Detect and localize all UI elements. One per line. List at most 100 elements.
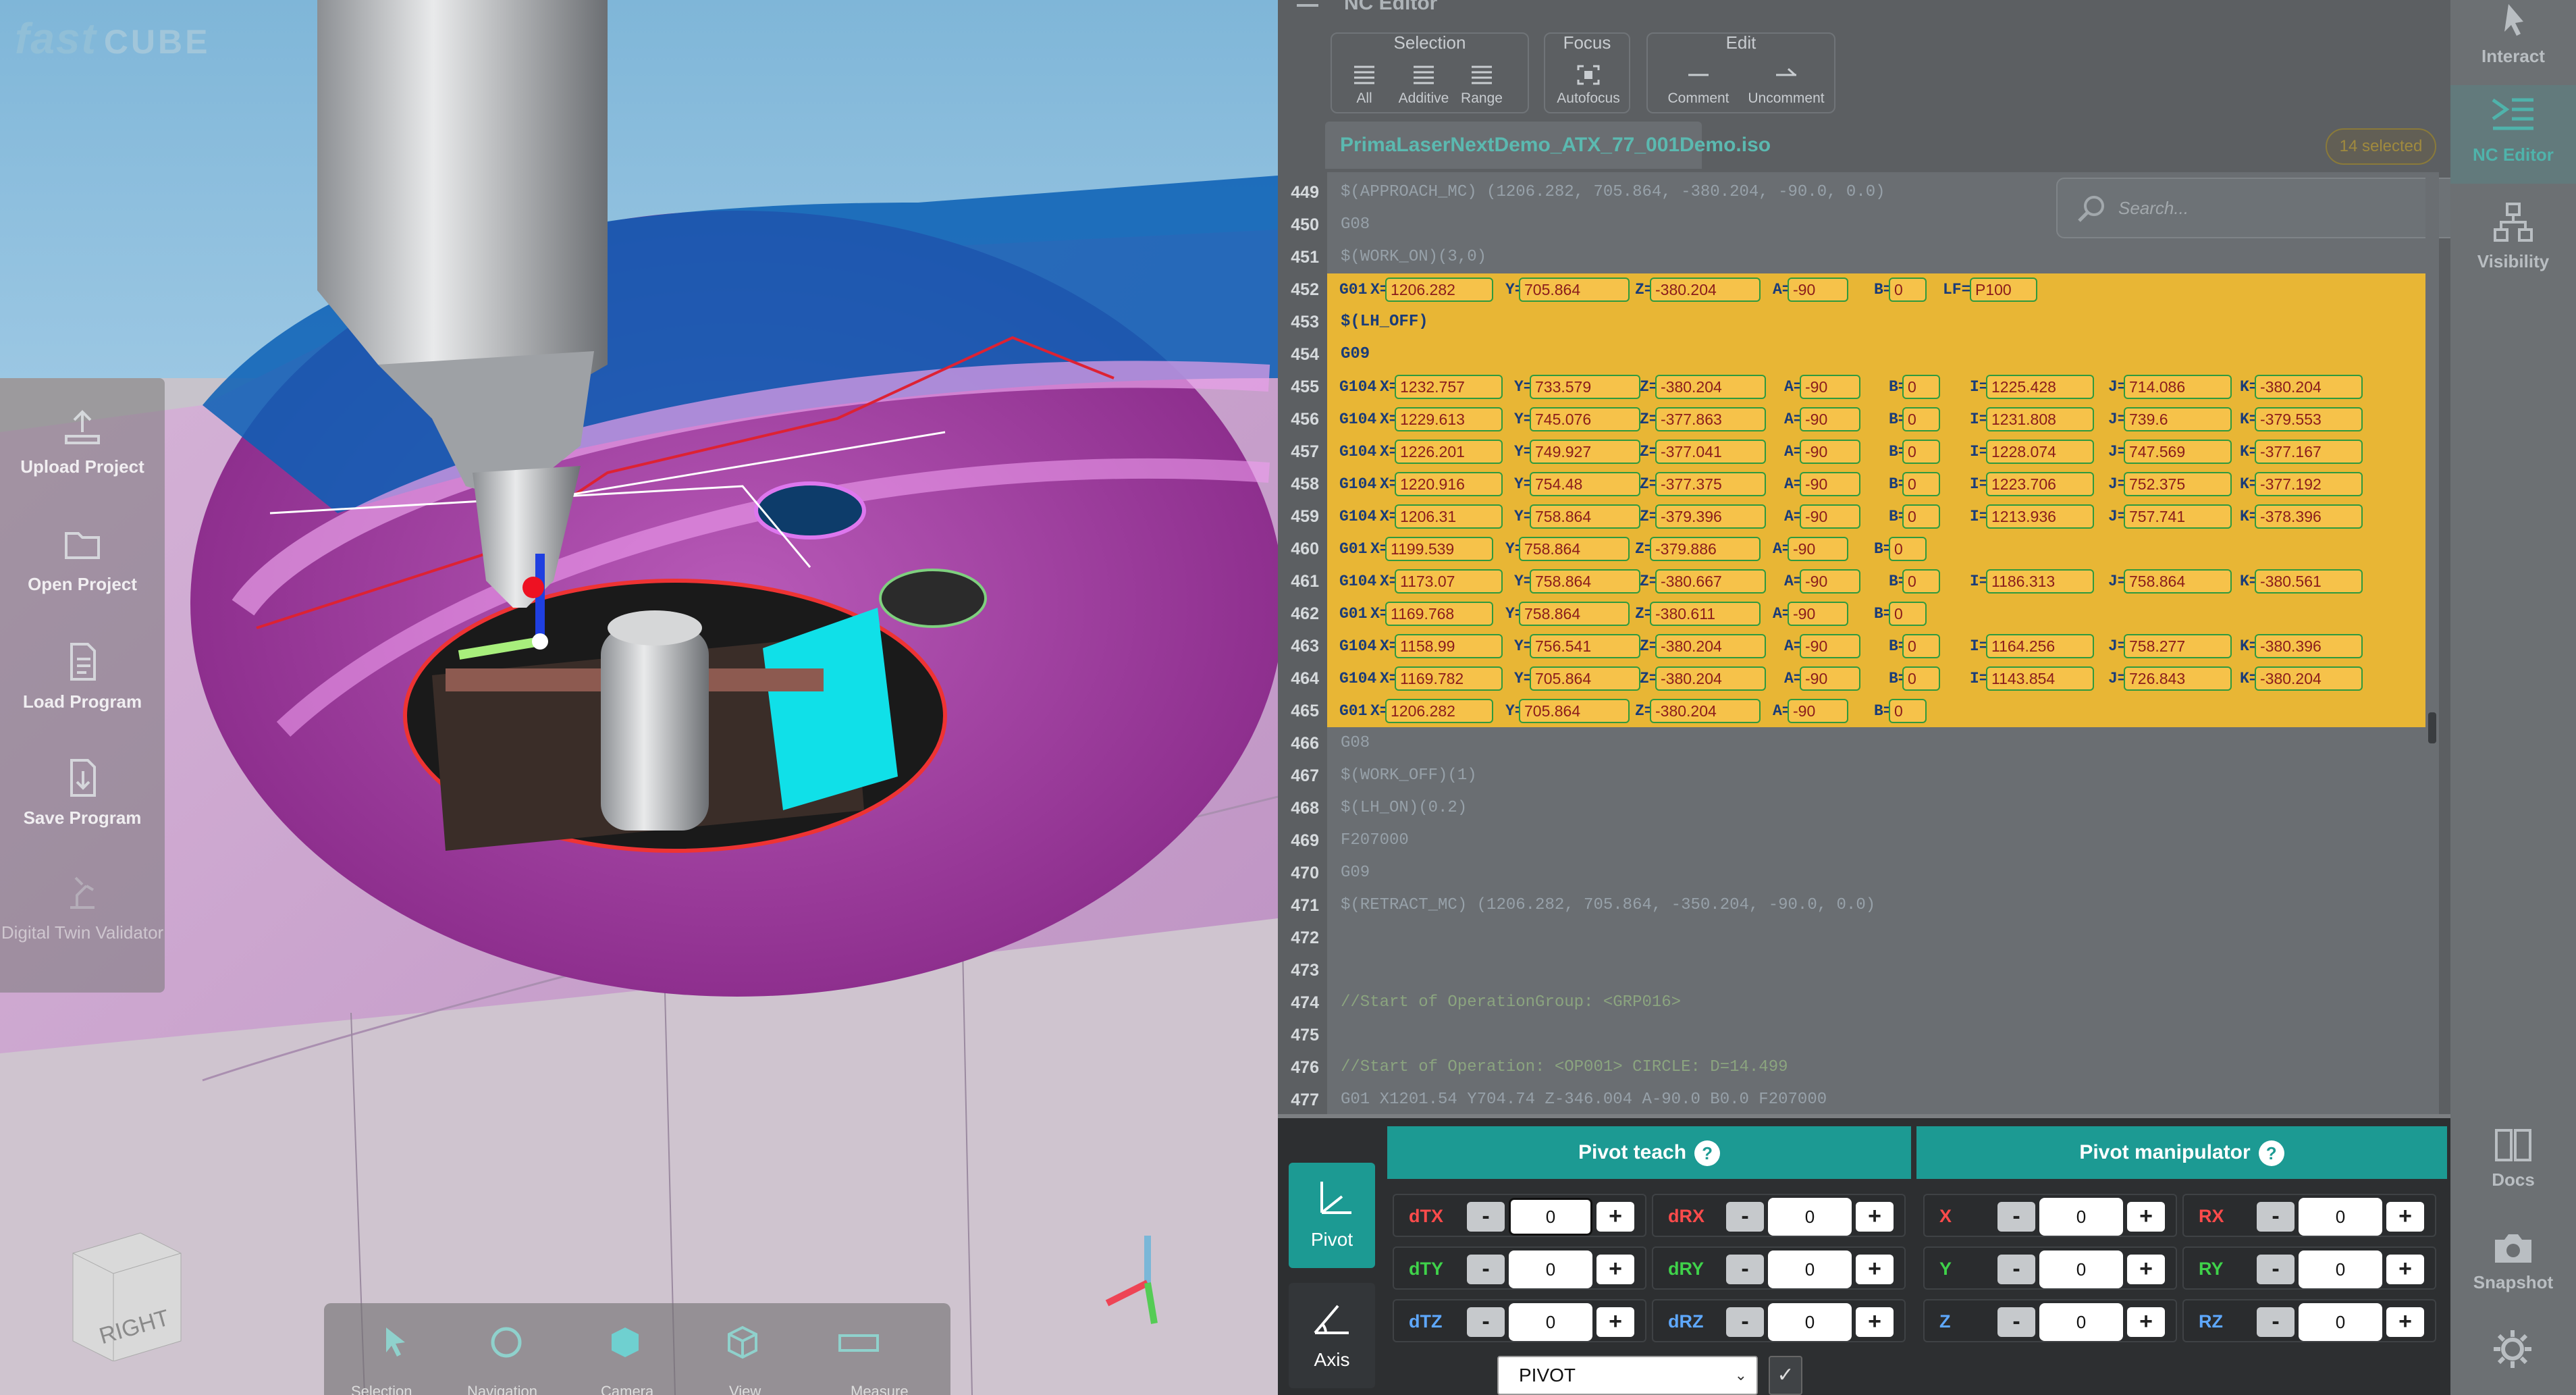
- param-value-field[interactable]: 749.927: [1530, 440, 1640, 464]
- param-value-field[interactable]: 0: [1902, 472, 1940, 496]
- code-line[interactable]: 469 F207000: [1291, 824, 2437, 857]
- pivot-value-input[interactable]: 0: [1509, 1251, 1592, 1288]
- code-line[interactable]: 476 //Start of Operation: <OP001> CIRCLE:…: [1291, 1051, 2437, 1084]
- param-value-field[interactable]: 1232.757: [1395, 375, 1503, 399]
- camera-cube-icon[interactable]: [605, 1322, 645, 1363]
- param-value-field[interactable]: 0: [1902, 666, 1940, 691]
- param-value-field[interactable]: -380.667: [1655, 569, 1766, 594]
- param-value-field[interactable]: -380.611: [1650, 602, 1761, 626]
- navigation-icon[interactable]: [486, 1322, 527, 1363]
- param-value-field[interactable]: 747.569: [2124, 440, 2232, 464]
- increment-button[interactable]: +: [1856, 1202, 1894, 1232]
- param-value-field[interactable]: 1223.706: [1986, 472, 2094, 496]
- param-value-field[interactable]: 0: [1889, 537, 1927, 561]
- pivot-value-input[interactable]: 0: [1768, 1251, 1852, 1288]
- param-value-field[interactable]: 733.579: [1530, 375, 1640, 399]
- param-value-field[interactable]: -379.553: [2255, 407, 2363, 431]
- pivot-teach-help-icon[interactable]: ?: [1694, 1140, 1721, 1167]
- uncomment-button[interactable]: Uncomment: [1742, 63, 1830, 107]
- code-line[interactable]: 472: [1291, 922, 2437, 954]
- increment-button[interactable]: +: [2127, 1255, 2165, 1284]
- param-value-field[interactable]: 0: [1902, 569, 1940, 594]
- 3d-viewport[interactable]: fast CUBE Upload Project Open Project Loa…: [0, 0, 1278, 1395]
- ruler-icon[interactable]: [837, 1322, 880, 1363]
- code-line[interactable]: 453 $(LH_OFF): [1291, 306, 2437, 338]
- param-value-field[interactable]: -377.041: [1655, 440, 1766, 464]
- decrement-button[interactable]: -: [1726, 1255, 1764, 1284]
- param-value-field[interactable]: 0: [1902, 375, 1940, 399]
- param-value-field[interactable]: 1206.282: [1385, 699, 1493, 723]
- param-value-field[interactable]: 758.864: [1530, 504, 1640, 529]
- param-value-field[interactable]: 0: [1889, 278, 1927, 302]
- param-value-field[interactable]: 1228.074: [1986, 440, 2094, 464]
- increment-button[interactable]: +: [1856, 1255, 1894, 1284]
- pivot-value-input[interactable]: 0: [1509, 1198, 1592, 1236]
- increment-button[interactable]: +: [1856, 1307, 1894, 1337]
- view-cube[interactable]: RIGHT: [66, 1226, 188, 1365]
- search-input[interactable]: Search...: [2056, 178, 2471, 238]
- param-value-field[interactable]: 1206.31: [1395, 504, 1503, 529]
- param-value-field[interactable]: 1169.768: [1385, 602, 1493, 626]
- pivot-select[interactable]: PIVOT ⌄: [1497, 1356, 1758, 1395]
- toolbar-camera-label[interactable]: Camera: [601, 1383, 653, 1395]
- docs-button[interactable]: Docs: [2450, 1125, 2576, 1206]
- code-line[interactable]: 454 G09: [1291, 338, 2437, 371]
- file-tab[interactable]: PrimaLaserNextDemo_ATX_77_001Demo.iso: [1325, 122, 1771, 169]
- increment-button[interactable]: +: [2386, 1255, 2424, 1284]
- decrement-button[interactable]: -: [1726, 1202, 1764, 1232]
- toolbar-view-label[interactable]: View: [729, 1383, 761, 1395]
- param-value-field[interactable]: 756.541: [1530, 634, 1640, 658]
- param-value-field[interactable]: 1206.282: [1385, 278, 1493, 302]
- increment-button[interactable]: +: [1596, 1202, 1634, 1232]
- code-line[interactable]: 461 G104 X= 1173.07 Y= 758.864 Z= -380.667 A= -90…: [1291, 565, 2437, 598]
- param-value-field[interactable]: 758.864: [1519, 602, 1630, 626]
- decrement-button[interactable]: -: [1997, 1307, 2035, 1337]
- decrement-button[interactable]: -: [1467, 1202, 1505, 1232]
- pivot-confirm-button[interactable]: ✓: [1769, 1356, 1802, 1395]
- decrement-button[interactable]: -: [1467, 1255, 1505, 1284]
- toolbar-measure-label[interactable]: Measure: [851, 1383, 909, 1395]
- param-value-field[interactable]: 705.864: [1530, 666, 1640, 691]
- code-line[interactable]: 459 G104 X= 1206.31 Y= 758.864 Z= -379.396 A= -90…: [1291, 500, 2437, 533]
- param-value-field[interactable]: -90: [1800, 375, 1860, 399]
- param-value-field[interactable]: 1220.916: [1395, 472, 1503, 496]
- param-value-field[interactable]: 0: [1889, 699, 1927, 723]
- param-value-field[interactable]: 739.6: [2124, 407, 2232, 431]
- code-line[interactable]: 471 $(RETRACT_MC) (1206.282, 705.864, -35…: [1291, 889, 2437, 922]
- param-value-field[interactable]: -90: [1788, 602, 1848, 626]
- param-value-field[interactable]: -378.396: [2255, 504, 2363, 529]
- code-line[interactable]: 477 G01 X1201.54 Y704.74 Z-346.004 A-90.0…: [1291, 1084, 2437, 1116]
- param-value-field[interactable]: 754.48: [1530, 472, 1640, 496]
- select-all-button[interactable]: All: [1339, 63, 1390, 107]
- param-value-field[interactable]: -380.204: [1655, 375, 1766, 399]
- param-value-field[interactable]: -380.204: [1655, 634, 1766, 658]
- code-line[interactable]: 464 G104 X= 1169.782 Y= 705.864 Z= -380.204 A= -9…: [1291, 662, 2437, 695]
- editor-scrollbar[interactable]: [2425, 172, 2439, 1114]
- increment-button[interactable]: +: [2386, 1307, 2424, 1337]
- param-value-field[interactable]: 714.086: [2124, 375, 2232, 399]
- code-line[interactable]: 467 $(WORK_OFF)(1): [1291, 760, 2437, 792]
- param-value-field[interactable]: 758.864: [2124, 569, 2232, 594]
- param-value-field[interactable]: 1226.201: [1395, 440, 1503, 464]
- snapshot-button[interactable]: Snapshot: [2450, 1228, 2576, 1309]
- code-line[interactable]: 452 G01 X= 1206.282 Y= 705.864 Z= -380.204 A= -90…: [1291, 273, 2437, 306]
- param-value-field[interactable]: -90: [1800, 569, 1860, 594]
- code-line[interactable]: 465 G01 X= 1206.282 Y= 705.864 Z= -380.204 A= -90…: [1291, 695, 2437, 727]
- param-value-field[interactable]: 726.843: [2124, 666, 2232, 691]
- param-value-field[interactable]: 1158.99: [1395, 634, 1503, 658]
- axis-mode-button[interactable]: Axis: [1289, 1283, 1375, 1388]
- code-line[interactable]: 456 G104 X= 1229.613 Y= 745.076 Z= -377.863 A= -9…: [1291, 403, 2437, 436]
- param-value-field[interactable]: 1231.808: [1986, 407, 2094, 431]
- select-range-button[interactable]: Range: [1456, 63, 1507, 107]
- pivot-value-input[interactable]: 0: [1768, 1303, 1852, 1341]
- param-value-field[interactable]: -379.396: [1655, 504, 1766, 529]
- param-value-field[interactable]: 757.741: [2124, 504, 2232, 529]
- code-line[interactable]: 451 $(WORK_ON)(3,0): [1291, 241, 2437, 273]
- param-value-field[interactable]: -377.375: [1655, 472, 1766, 496]
- param-value-field[interactable]: -380.561: [2255, 569, 2363, 594]
- param-value-field[interactable]: -90: [1800, 407, 1860, 431]
- pivot-value-input[interactable]: 0: [2299, 1303, 2382, 1341]
- pivot-value-input[interactable]: 0: [2039, 1198, 2123, 1236]
- load-program-button[interactable]: Load Program: [0, 640, 165, 712]
- param-value-field[interactable]: 0: [1902, 634, 1940, 658]
